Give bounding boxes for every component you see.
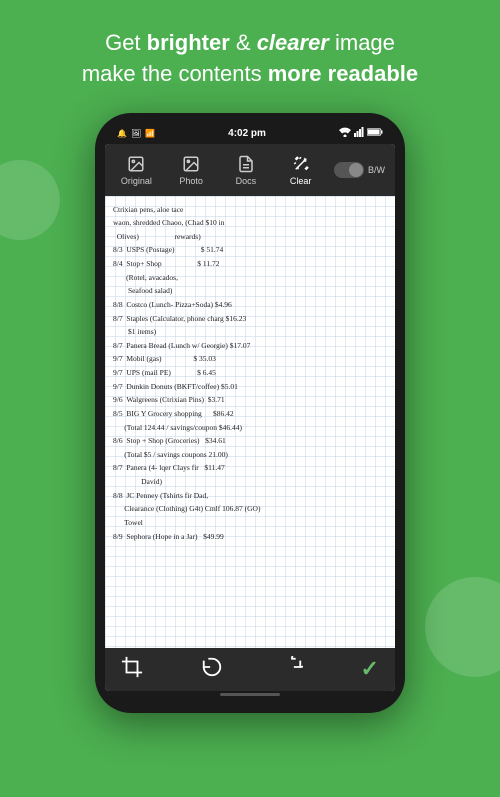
toolbar: Original Photo bbox=[105, 144, 395, 196]
hw-line-19: 8/7 Panera (4- lqer Clays fir $11.47 bbox=[113, 462, 390, 474]
status-left: 🔔 🖼 📶 bbox=[117, 129, 155, 138]
original-icon bbox=[125, 154, 147, 174]
hw-line-12: 9/7 UPS (mail PE) $ 6.45 bbox=[113, 367, 390, 379]
hw-line-0: Ctrixian pens, aloe tace bbox=[113, 204, 390, 216]
hw-line-9: $1 items) bbox=[113, 326, 390, 338]
toolbar-docs[interactable]: Docs bbox=[219, 150, 274, 190]
home-bar bbox=[105, 691, 395, 701]
hw-line-2: Olives) rewards) bbox=[113, 231, 390, 243]
photo-label: Photo bbox=[179, 176, 203, 186]
clear-label: Clear bbox=[290, 176, 312, 186]
photo-icon bbox=[180, 154, 202, 174]
docs-icon bbox=[235, 154, 257, 174]
hw-line-20: David) bbox=[113, 476, 390, 488]
bottom-bar: ✓ bbox=[105, 648, 395, 691]
toggle-switch[interactable] bbox=[334, 162, 364, 178]
crop-icon[interactable] bbox=[121, 656, 143, 683]
hw-line-15: 8/5 BIG Y Grocery shopping $86.42 bbox=[113, 408, 390, 420]
header-area: Get brighter & clearer image make the co… bbox=[0, 0, 500, 108]
header-get: Get bbox=[105, 30, 147, 55]
toolbar-clear[interactable]: Clear bbox=[273, 150, 328, 190]
status-bar: 🔔 🖼 📶 4:02 pm bbox=[105, 125, 395, 144]
docs-label: Docs bbox=[236, 176, 257, 186]
hw-line-6: Seafood salad) bbox=[113, 285, 390, 297]
hw-line-3: 8/3 USPS (Postage) $ 51.74 bbox=[113, 244, 390, 256]
header-brighter: brighter bbox=[147, 30, 230, 55]
bw-label: B/W bbox=[368, 165, 385, 175]
confirm-button[interactable]: ✓ bbox=[361, 656, 379, 682]
doc-area: Ctrixian pens, aloe tace waon, shredded … bbox=[105, 196, 395, 648]
hw-line-17: 8/6 Stop + Shop (Groceries) $34.61 bbox=[113, 435, 390, 447]
image-status-icon: 🖼 bbox=[131, 129, 141, 138]
header-line1: Get brighter & clearer image bbox=[30, 28, 470, 59]
header-image: image bbox=[329, 30, 395, 55]
hw-line-21: 8/8 JC Penney (Tshirts fir Dad, bbox=[113, 490, 390, 502]
hw-line-11: 9/7 Mobil (gas) $ 35.03 bbox=[113, 353, 390, 365]
hw-line-8: 8/7 Staples (Calculator, phone charg $16… bbox=[113, 313, 390, 325]
hw-line-16: (Total 124.44 / savings/coupon $46.44) bbox=[113, 422, 390, 434]
bw-toggle[interactable]: B/W bbox=[328, 160, 391, 180]
hw-line-18: (Total $5 / savings coupons 21.00) bbox=[113, 449, 390, 461]
hw-line-24: 8/9 Sephora (Hope in a Jar) $49.99 bbox=[113, 531, 390, 543]
header-amp: & bbox=[230, 30, 257, 55]
header-line2: make the contents more readable bbox=[30, 59, 470, 90]
sim-icon: 📶 bbox=[145, 129, 155, 138]
home-bar-line bbox=[220, 693, 280, 696]
hw-line-10: 8/7 Panera Bread (Lunch w/ Georgie) $17.… bbox=[113, 340, 390, 352]
hw-line-14: 9/6 Walgreens (Ctrixian Pins) $3.71 bbox=[113, 394, 390, 406]
toggle-knob bbox=[349, 163, 363, 177]
doc-paper: Ctrixian pens, aloe tace waon, shredded … bbox=[105, 196, 395, 648]
hw-line-7: 8/8 Costco (Lunch- Pizza+Soda) $4.96 bbox=[113, 299, 390, 311]
wand-icon bbox=[290, 154, 312, 174]
hw-line-22: Clearance (Clothing) G4t) Cmlf 106.87 (G… bbox=[113, 503, 390, 515]
status-time: 4:02 pm bbox=[228, 128, 266, 139]
toolbar-original[interactable]: Original bbox=[109, 150, 164, 190]
status-right bbox=[339, 127, 383, 140]
hw-line-1: waon, shredded Chaoo, (Chad $10 in bbox=[113, 217, 390, 229]
hw-line-5: (Rotel, avacados, bbox=[113, 272, 390, 284]
rotate-left-icon[interactable] bbox=[201, 656, 223, 683]
header-make: make the contents bbox=[82, 61, 268, 86]
handwritten-lines: Ctrixian pens, aloe tace waon, shredded … bbox=[113, 204, 390, 545]
hw-line-23: Towel bbox=[113, 517, 390, 529]
rotate-right-icon[interactable] bbox=[281, 656, 303, 683]
header-clearer: clearer bbox=[257, 30, 329, 55]
hw-line-13: 9/7 Dunkin Donuts (BKFT/coffee) $5.01 bbox=[113, 381, 390, 393]
notification-icon: 🔔 bbox=[117, 129, 127, 138]
app-screen: Original Photo bbox=[105, 144, 395, 691]
toolbar-photo[interactable]: Photo bbox=[164, 150, 219, 190]
original-label: Original bbox=[121, 176, 152, 186]
header-more-readable: more readable bbox=[268, 61, 418, 86]
phone-mockup: 🔔 🖼 📶 4:02 pm bbox=[95, 113, 405, 713]
battery-icon bbox=[367, 127, 383, 140]
hw-line-4: 8/4 Stop+ Shop $ 11.72 bbox=[113, 258, 390, 270]
signal-icon bbox=[354, 127, 364, 140]
wifi-icon bbox=[339, 127, 351, 140]
